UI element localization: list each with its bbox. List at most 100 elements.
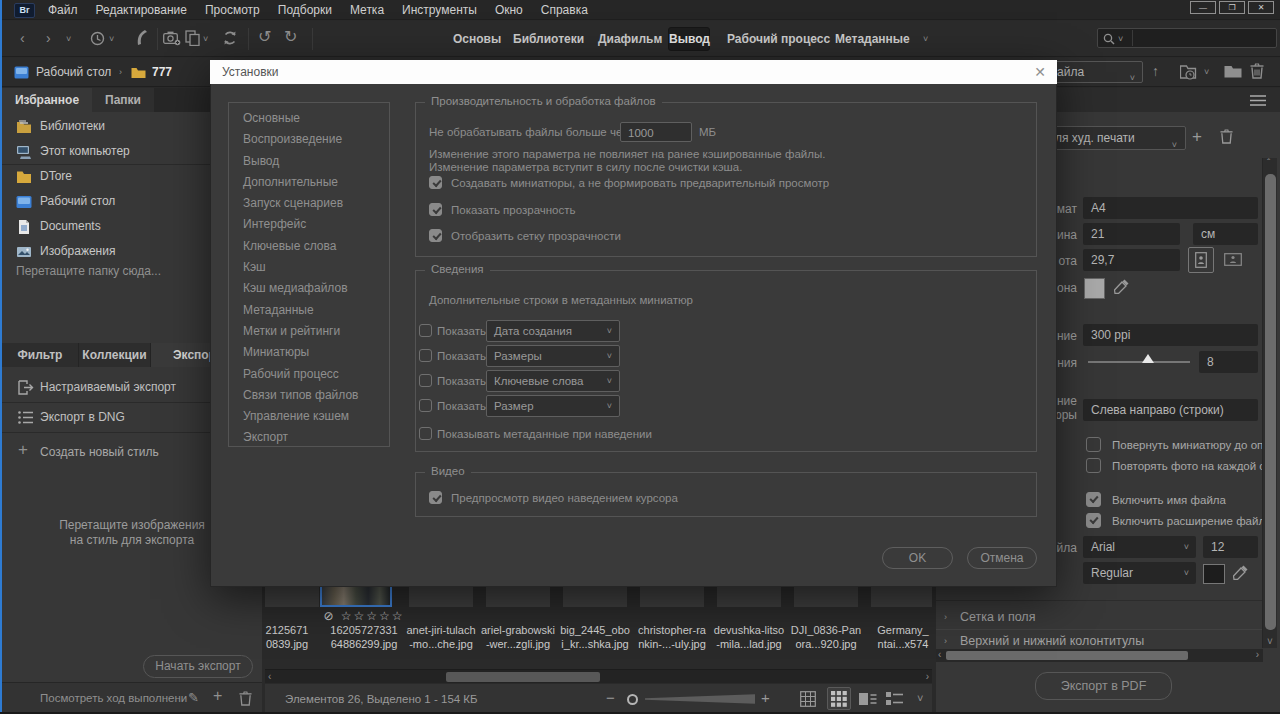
font-size-field[interactable]: 12 (1203, 536, 1258, 558)
quality-slider-thumb[interactable] (1142, 354, 1154, 363)
font-style-dropdown[interactable]: Regular˅ (1083, 562, 1196, 584)
generate-thumbnails-checkbox[interactable] (429, 176, 442, 189)
scroll-down-icon[interactable]: ˅ (1267, 636, 1273, 647)
scroll-right-icon[interactable]: › (1256, 649, 1259, 660)
repeat-checkbox[interactable] (1086, 458, 1101, 473)
eyedropper-icon[interactable] (1114, 278, 1130, 294)
layout-dropdown[interactable]: Слева направо (строки) (1083, 399, 1258, 421)
menu-window[interactable]: Окно (495, 3, 523, 17)
zoom-out-icon[interactable]: − (606, 689, 615, 706)
nav-item[interactable]: Управление кэшем (243, 406, 389, 427)
boomerang-icon[interactable] (134, 29, 149, 46)
nav-item[interactable]: Связи типов файлов (243, 385, 389, 406)
file-name[interactable]: 21256710839.jpg (265, 624, 329, 651)
tab-folders[interactable]: Папки (92, 88, 154, 112)
rotate-checkbox[interactable] (1086, 437, 1101, 452)
workspace-tab-filmstrip[interactable]: Диафильм (598, 21, 662, 57)
right-horizontal-scrollbar[interactable]: ‹ › (936, 649, 1263, 662)
portrait-orientation-button[interactable] (1188, 247, 1214, 273)
transparency-grid-checkbox[interactable] (429, 229, 442, 242)
quality-slider-track[interactable] (1088, 361, 1190, 363)
file-name[interactable]: Germany_ntai...x574 (861, 624, 932, 651)
grid-section-chevron-icon[interactable]: › (944, 612, 947, 622)
export-pdf-button[interactable]: Экспорт в PDF (1035, 672, 1172, 700)
scroll-right-icon[interactable]: › (926, 671, 929, 682)
vertical-scrollbar[interactable]: ˆ ˅ (1262, 158, 1277, 648)
tab-favorites[interactable]: Избранное (2, 88, 92, 112)
video-preview-checkbox[interactable] (429, 491, 442, 504)
show-checkbox-1[interactable] (419, 324, 432, 337)
recent-folder-chevron-icon[interactable]: ˅ (1204, 67, 1209, 77)
thumbnail-size-slider[interactable] (627, 694, 638, 705)
dialog-close-icon[interactable]: ✕ (1034, 60, 1046, 84)
include-filename-checkbox[interactable] (1086, 492, 1101, 507)
import-camera-icon[interactable] (163, 31, 181, 46)
zoom-in-icon[interactable]: + (761, 689, 770, 706)
search-scope-chevron-icon[interactable]: ˅ (1118, 34, 1123, 44)
file-name[interactable]: christopher-rankin-...-uly.jpg (630, 624, 714, 651)
close-button[interactable]: ✕ (1248, 1, 1274, 14)
panel-menu-icon[interactable] (1250, 95, 1266, 106)
breadcrumb-desktop[interactable]: Рабочий стол (36, 65, 111, 79)
nav-item[interactable]: Дополнительные (243, 172, 389, 193)
file-name[interactable]: big_2445_oboi_kr...shka.jpg (553, 624, 637, 651)
show-checkbox-4[interactable] (419, 399, 432, 412)
scroll-left-icon[interactable]: ‹ (938, 649, 941, 660)
file-name[interactable]: anet-jiri-tulach-mo...che.jpg (399, 624, 483, 651)
nav-item[interactable]: Запуск сценариев (243, 193, 389, 214)
nav-item[interactable]: Рабочий процесс (243, 364, 389, 385)
grid-lock-view-icon[interactable] (800, 691, 816, 707)
menu-help[interactable]: Справка (541, 3, 588, 17)
recent-chevron-icon[interactable]: ˅ (109, 34, 114, 44)
scroll-left-icon[interactable]: ‹ (268, 671, 271, 682)
dialog-title-bar[interactable]: Установки ✕ (210, 60, 1057, 84)
grid-margins-section[interactable]: Сетка и поля (960, 610, 1035, 624)
file-name[interactable]: 1620572733164886299.jpg (322, 624, 406, 651)
show-transparency-checkbox[interactable] (429, 203, 442, 216)
show-checkbox-2[interactable] (419, 349, 432, 362)
format-field[interactable]: A4 (1083, 197, 1258, 219)
new-folder-icon[interactable] (1224, 64, 1242, 79)
details-dropdown-2[interactable]: Размеры˅ (486, 345, 620, 367)
headers-section-chevron-icon[interactable]: › (944, 636, 947, 646)
cancel-button[interactable]: Отмена (967, 547, 1037, 569)
nav-item[interactable]: Миниатюры (243, 342, 389, 363)
limit-input[interactable]: 1000 (620, 122, 692, 142)
nav-item[interactable]: Метки и рейтинги (243, 321, 389, 342)
slider-track[interactable] (645, 694, 755, 704)
workspace-tab-metadata[interactable]: Метаданные (835, 21, 910, 57)
minimize-button[interactable]: — (1190, 1, 1216, 14)
nav-item[interactable]: Воспроизведение (243, 129, 389, 150)
preset-dropdown[interactable]: ля худ. печати ˅ (1046, 126, 1186, 150)
nav-item[interactable]: Интерфейс (243, 214, 389, 235)
menu-file[interactable]: Файл (48, 3, 78, 17)
details-dropdown-1[interactable]: Дата создания˅ (486, 320, 620, 342)
thumbnail-view-button[interactable] (827, 687, 851, 710)
rating-stars[interactable]: ⊘ ☆☆☆☆☆ (322, 609, 406, 623)
detail-view-icon[interactable] (859, 691, 877, 707)
file-name[interactable]: devushka-litso-mila...lad.jpg (707, 624, 791, 651)
recent-files-icon[interactable] (90, 31, 105, 46)
edit-pencil-icon[interactable]: ✎ (188, 690, 199, 705)
list-view-icon[interactable] (886, 691, 904, 707)
font-color-swatch[interactable] (1203, 564, 1225, 584)
breadcrumb-current-folder[interactable]: 777 (152, 65, 172, 79)
details-dropdown-4[interactable]: Размер˅ (486, 395, 620, 417)
height-field[interactable]: 29,7 (1083, 249, 1180, 271)
horizontal-scrollbar[interactable]: ‹ › (265, 669, 932, 683)
tab-filter[interactable]: Фильтр (2, 343, 79, 367)
unit-field[interactable]: см (1193, 223, 1258, 245)
workspace-chevron-icon[interactable]: ˅ (923, 34, 928, 44)
workspace-tab-libraries[interactable]: Библиотеки (513, 21, 584, 57)
details-dropdown-3[interactable]: Ключевые слова˅ (486, 370, 620, 392)
nav-item[interactable]: Вывод (243, 151, 389, 172)
background-color-swatch[interactable] (1084, 278, 1105, 299)
redo-icon[interactable]: ↻ (284, 27, 297, 46)
font-dropdown[interactable]: Arial˅ (1083, 536, 1196, 558)
hover-metadata-checkbox[interactable] (419, 427, 432, 440)
add-preset-icon[interactable]: + (1192, 127, 1202, 147)
show-checkbox-3[interactable] (419, 374, 432, 387)
workspace-tab-output[interactable]: Вывод (668, 27, 710, 51)
search-input[interactable]: ˅ (1097, 28, 1277, 48)
forward-icon[interactable]: › (46, 30, 51, 46)
